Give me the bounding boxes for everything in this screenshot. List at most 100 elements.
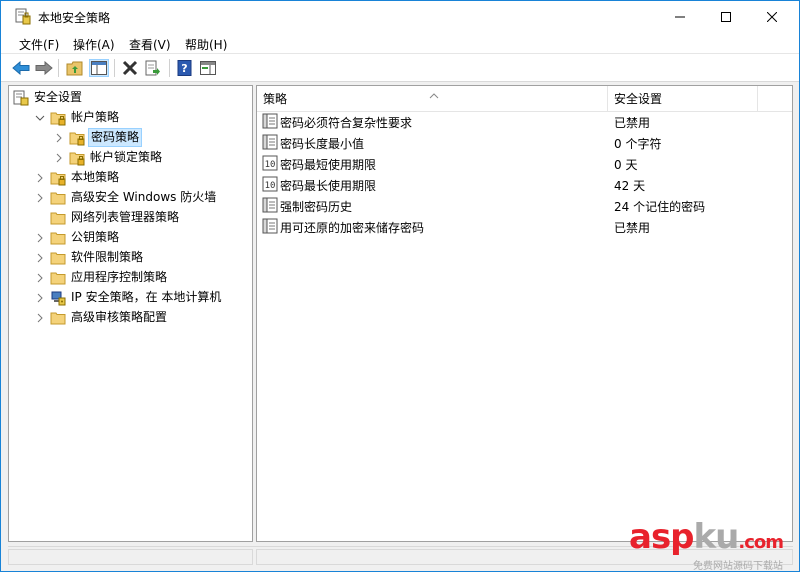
chevron-right-icon[interactable] (34, 312, 46, 324)
toolbar-separator (169, 59, 170, 77)
svg-text:?: ? (181, 62, 187, 75)
minimize-icon (675, 16, 685, 17)
site-watermark: aspku.com 免费网站源码下载站 (629, 517, 797, 572)
policy-item-icon (262, 197, 278, 213)
tree-item[interactable]: 帐户策略 (34, 108, 121, 127)
toolbar-separator (114, 59, 115, 77)
tree-item[interactable]: 帐户锁定策略 (53, 148, 164, 167)
policy-name: 强制密码历史 (280, 200, 353, 214)
tree-item-label: 帐户锁定策略 (90, 150, 163, 164)
tree-item[interactable]: 密码策略 (53, 128, 143, 147)
folder-lock-icon (50, 170, 66, 186)
chevron-right-icon[interactable] (34, 292, 46, 304)
tree-item[interactable]: 软件限制策略 (34, 248, 145, 267)
toolbar-separator (58, 59, 59, 77)
forward-arrow-icon (35, 61, 53, 75)
folder-icon (50, 230, 66, 246)
policy-setting-value: 42 天 (614, 179, 646, 193)
up-button[interactable] (65, 59, 85, 77)
policy-item-icon (262, 218, 278, 234)
policy-item-icon (262, 113, 278, 129)
forward-button[interactable] (34, 59, 54, 77)
properties-pane-button[interactable] (198, 59, 218, 77)
menu-action[interactable]: 操作(A) (73, 36, 115, 53)
close-icon (767, 11, 777, 22)
column-header-setting-label: 安全设置 (614, 92, 663, 106)
chevron-right-icon[interactable] (34, 232, 46, 244)
tree-item-label: 软件限制策略 (71, 250, 144, 264)
tree-item[interactable]: 本地策略 (34, 168, 121, 187)
policy-row[interactable]: 密码必须符合复杂性要求 已禁用 (257, 111, 792, 132)
tree-item[interactable]: 安全设置 (13, 88, 84, 107)
watermark-subtitle: 免费网站源码下载站 (693, 561, 783, 572)
export-list-button[interactable] (143, 59, 163, 77)
folder-icon (50, 210, 66, 226)
folder-lock-icon (50, 110, 66, 126)
column-header-policy[interactable]: 策略 (257, 86, 608, 112)
policy-row[interactable]: 密码长度最小值 0 个字符 (257, 132, 792, 153)
delete-button[interactable] (120, 59, 140, 77)
policy-name: 密码最短使用期限 (280, 158, 377, 172)
policy-name: 密码最长使用期限 (280, 179, 377, 193)
tree-item[interactable]: 高级安全 Windows 防火墙 (34, 188, 218, 207)
tree-item[interactable]: 网络列表管理器策略 (34, 208, 181, 227)
title-bar: 本地安全策略 (1, 1, 799, 32)
window-title: 本地安全策略 (38, 11, 111, 25)
policy-row[interactable]: 10 密码最短使用期限 0 天 (257, 153, 792, 174)
folder-icon (50, 310, 66, 326)
help-button[interactable]: ? (175, 59, 195, 77)
delete-icon (122, 60, 138, 76)
tree-item[interactable]: 高级审核策略配置 (34, 308, 169, 327)
maximize-icon (721, 11, 731, 22)
help-icon: ? (177, 60, 192, 76)
sort-ascending-icon (429, 86, 439, 110)
tree-pane[interactable]: 安全设置帐户策略密码策略帐户锁定策略本地策略高级安全 Windows 防火墙 网络… (8, 85, 253, 542)
policy-setting-value: 24 个记住的密码 (614, 200, 706, 214)
tree-item-label: 应用程序控制策略 (71, 270, 168, 284)
folder-icon (50, 250, 66, 266)
policy-item-icon (262, 134, 278, 150)
chevron-right-icon[interactable] (53, 132, 65, 144)
close-button[interactable] (749, 1, 795, 32)
chevron-right-icon[interactable] (34, 252, 46, 264)
tree-item-label: 安全设置 (34, 90, 83, 104)
chevron-right-icon[interactable] (34, 192, 46, 204)
show-hide-tree-button[interactable] (89, 59, 109, 77)
tree-item[interactable]: 应用程序控制策略 (34, 268, 169, 287)
minimize-button[interactable] (657, 1, 703, 32)
folder-lock-icon (69, 150, 85, 166)
tree-item-label: 高级安全 Windows 防火墙 (71, 190, 217, 204)
ip-security-icon (50, 290, 66, 306)
policy-row[interactable]: 用可还原的加密来储存密码 已禁用 (257, 216, 792, 237)
column-header-security-setting[interactable]: 安全设置 (608, 86, 758, 112)
policy-setting-value: 已禁用 (614, 221, 651, 235)
column-header-policy-label: 策略 (263, 92, 288, 106)
chevron-right-icon[interactable] (34, 172, 46, 184)
policy-number-icon: 10 (262, 155, 278, 171)
no-chevron (34, 212, 46, 224)
menu-bar: 文件(F) 操作(A) 查看(V) 帮助(H) (1, 32, 799, 54)
menu-help[interactable]: 帮助(H) (185, 36, 227, 53)
back-button[interactable] (11, 59, 31, 77)
maximize-button[interactable] (703, 1, 749, 32)
policy-row[interactable]: 10 密码最长使用期限 42 天 (257, 174, 792, 195)
back-arrow-icon (12, 61, 30, 75)
tree-item-label: 帐户策略 (71, 110, 120, 124)
tree-item-label: IP 安全策略，在 本地计算机 (71, 290, 222, 304)
policy-row[interactable]: 强制密码历史 24 个记住的密码 (257, 195, 792, 216)
tree-item[interactable]: IP 安全策略，在 本地计算机 (34, 288, 223, 307)
chevron-right-icon[interactable] (34, 272, 46, 284)
list-header: 策略 安全设置 (257, 86, 792, 112)
list-pane[interactable]: 策略 安全设置 密码必须符合复杂性要求 已禁用 密码长度最小值 0 个字符 10 密码最短… (256, 85, 793, 542)
properties-pane-icon (200, 61, 216, 75)
tree-item-label: 网络列表管理器策略 (71, 210, 180, 224)
menu-view[interactable]: 查看(V) (129, 36, 171, 53)
svg-text:10: 10 (265, 181, 276, 191)
tree-item[interactable]: 公钥策略 (34, 228, 121, 247)
folder-icon (50, 190, 66, 206)
menu-file[interactable]: 文件(F) (19, 36, 59, 53)
tree-item-label: 本地策略 (71, 170, 120, 184)
chevron-right-icon[interactable] (53, 152, 65, 164)
chevron-down-icon[interactable] (34, 112, 46, 124)
toolbar: ? (1, 54, 799, 82)
